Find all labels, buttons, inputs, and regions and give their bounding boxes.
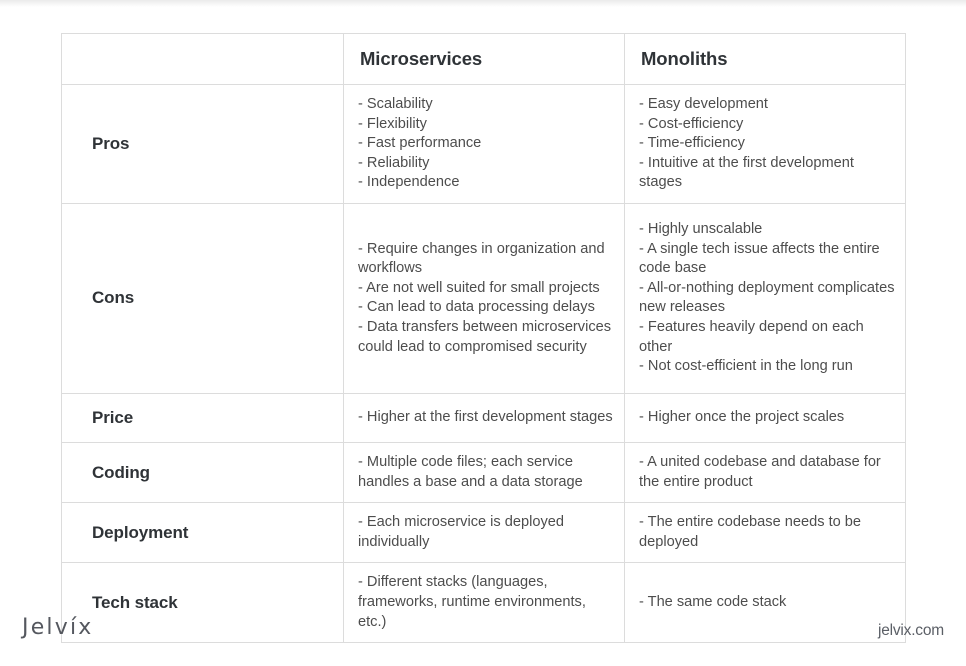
cell-lines: - Multiple code files; each service hand… (344, 443, 624, 502)
cell-line: - Scalability (358, 96, 433, 112)
cell-line: - Time-efficiency (639, 135, 745, 152)
header-corner-blank (61, 33, 344, 85)
header-microservices-label: Microservices (360, 48, 483, 69)
cell-line: - Not cost-efficient in the long run (639, 358, 853, 375)
cell-pros-microservices: - Scalability - Flexibility - Fast perform… (343, 84, 625, 204)
cell-line: - Easy development (639, 96, 768, 112)
document-page: Microservices Monoliths Pros - Scalabili… (0, 0, 966, 666)
cell-line: - Reliability (358, 154, 430, 171)
cell-price-monoliths: - Higher once the project scales (624, 392, 906, 443)
cell-line: - Highly unscalable (639, 221, 763, 238)
row-label-cons: Cons (92, 288, 135, 308)
table-header: Microservices Monoliths (61, 33, 906, 85)
cell-line: - Are not well suited for small projects (358, 279, 600, 296)
cell-coding-monoliths: - A united codebase and database for the… (624, 441, 906, 504)
cell-line: - Fast performance (358, 135, 482, 152)
cell-line: - Can lead to data processing delays (358, 299, 595, 316)
cell-deployment-monoliths: - The entire codebase needs to be deploy… (624, 502, 906, 564)
cell-price-microservices: - Higher at the first development stages (343, 392, 625, 443)
cell-line: - Independence (358, 174, 460, 191)
cell-line: - Features heavily depend on each other (639, 319, 864, 355)
row-label-cell-pros: Pros (61, 84, 344, 204)
cell-lines: - Higher at the first development stages (344, 398, 624, 438)
row-label-cell-price: Price (61, 392, 344, 443)
cell-line: - A united codebase and database for the… (639, 453, 881, 490)
cell-deployment-microservices: - Each microservice is deployed individu… (343, 502, 625, 564)
microservices-vs-monoliths-table: Microservices Monoliths Pros - Scalabili… (61, 33, 906, 644)
row-label-deployment: Deployment (92, 522, 189, 542)
cell-line: - Require changes in organization and wo… (358, 240, 605, 277)
table-row: Cons - Require changes in organization a… (61, 202, 906, 394)
cell-cons-monoliths: - Highly unscalable - A single tech issue… (624, 202, 906, 394)
website-url: jelvix.com (877, 622, 944, 639)
row-label-pros: Pros (92, 133, 130, 153)
cell-line: - Intuitive at the first development sta… (639, 154, 854, 191)
cell-line: - Flexibility (358, 115, 427, 132)
page-footer: Jelvíx jelvix.com (0, 606, 966, 666)
cell-lines: - Higher once the project scales (625, 398, 905, 438)
table-row: Deployment - Each microservice is deploy… (61, 502, 906, 564)
cell-lines: - A united codebase and database for the… (625, 443, 905, 502)
cell-line: - A single tech issue affects the entire… (639, 240, 880, 277)
header-monoliths-label: Monoliths (641, 48, 728, 69)
cell-lines: - Require changes in organization and wo… (344, 230, 624, 368)
header-microservices: Microservices (343, 33, 625, 85)
header-monoliths: Monoliths (624, 33, 906, 85)
cell-lines: - Each microservice is deployed individu… (344, 503, 624, 562)
cell-line: - Multiple code files; each service hand… (358, 453, 583, 490)
row-label-cell-deployment: Deployment (61, 502, 344, 564)
table-body: Pros - Scalability - Flexibility - Fast pe… (61, 84, 906, 644)
cell-lines: - The entire codebase needs to be deploy… (625, 503, 905, 562)
cell-lines: - Scalability - Flexibility - Fast perform… (344, 85, 624, 203)
table-row: Price - Higher at the first development … (61, 392, 906, 443)
cell-coding-microservices: - Multiple code files; each service hand… (343, 441, 625, 504)
table-header-row: Microservices Monoliths (61, 33, 906, 85)
page-top-edge-strip (0, 0, 966, 7)
cell-line: - Data transfers between microservices c… (358, 319, 612, 355)
table-row: Coding - Multiple code files; each servi… (61, 441, 906, 504)
row-label-cell-coding: Coding (61, 441, 344, 504)
jelvix-logo: Jelvíx (22, 615, 94, 640)
row-label-cell-cons: Cons (61, 202, 344, 394)
cell-cons-microservices: - Require changes in organization and wo… (343, 202, 625, 394)
cell-line: - Higher once the project scales (639, 409, 845, 426)
cell-lines: - Easy development - Cost-efficiency - Tim… (625, 85, 905, 203)
cell-line: - All-or-nothing deployment complicates … (639, 279, 895, 316)
cell-line: - Each microservice is deployed individu… (358, 514, 565, 550)
row-label-coding: Coding (92, 462, 150, 482)
table-row: Pros - Scalability - Flexibility - Fast pe… (61, 84, 906, 204)
cell-pros-monoliths: - Easy development - Cost-efficiency - Tim… (624, 84, 906, 204)
cell-lines: - Highly unscalable - A single tech issue… (625, 210, 905, 387)
row-label-price: Price (92, 407, 134, 427)
cell-line: - The entire codebase needs to be deploy… (639, 514, 862, 550)
cell-line: - Higher at the first development stages (358, 409, 613, 426)
cell-line: - Cost-efficiency (639, 115, 744, 132)
